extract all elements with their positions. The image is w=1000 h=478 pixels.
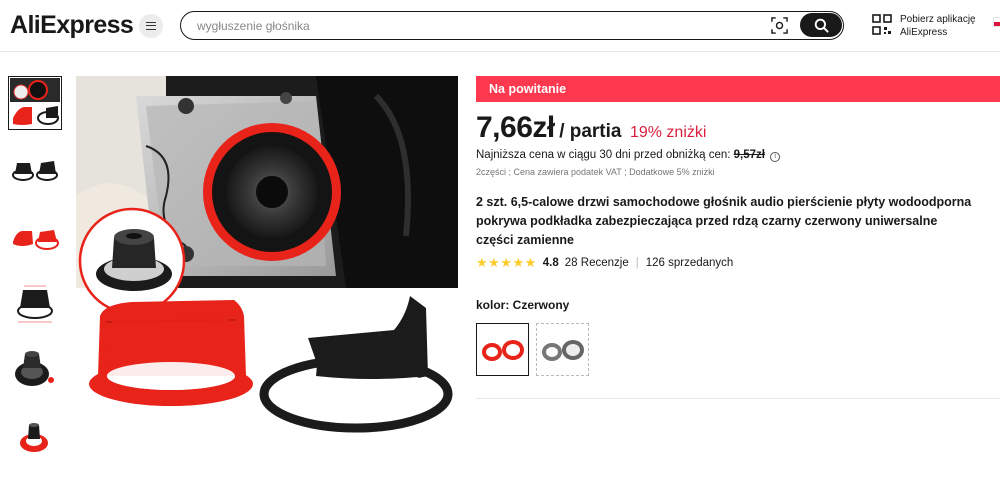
thumbnail-image <box>12 161 58 181</box>
hamburger-icon <box>146 22 156 30</box>
variant-red[interactable] <box>476 323 529 376</box>
thumbnail-image <box>13 230 59 250</box>
poland-flag-icon[interactable] <box>994 18 1000 26</box>
current-price: 7,66zł <box>476 111 555 144</box>
thumbnail-3[interactable] <box>8 209 62 263</box>
menu-button[interactable] <box>139 14 163 38</box>
info-icon[interactable]: i <box>770 152 781 162</box>
lowest-price-text: Najniższa cena w ciągu 30 dni przed obni… <box>476 149 731 161</box>
rating-row: ★★★★★ 4.8 28 Recenzje | 126 sprzedanych <box>476 255 733 271</box>
main-product-image[interactable] <box>76 76 458 446</box>
thumbnail-image <box>10 78 60 125</box>
lowest-price-value: 9,57zł <box>733 149 765 161</box>
thumbnail-image <box>17 285 53 323</box>
thumbnail-5[interactable] <box>8 342 62 396</box>
top-header: AliExpress Pobierz aplikację AliExpress <box>0 0 1000 52</box>
app-promo-text: Pobierz aplikację AliExpress <box>900 13 976 39</box>
price-row: 7,66zł / partia 19% zniżki <box>476 111 706 145</box>
price-unit: / partia <box>559 121 622 142</box>
thumbnail-6[interactable] <box>8 410 62 464</box>
variant-image <box>541 339 584 361</box>
product-title: 2 szt. 6,5-calowe drzwi samochodowe głoś… <box>476 195 972 247</box>
thumbnail-image <box>15 351 54 386</box>
rating-score: 4.8 <box>542 257 559 269</box>
sold-count: 126 sprzedanych <box>645 257 734 269</box>
product-photo <box>76 76 458 433</box>
thumbnail-image <box>20 423 48 452</box>
section-divider <box>476 398 1000 399</box>
variant-image <box>481 339 524 361</box>
aliexpress-logo[interactable]: AliExpress <box>10 11 134 40</box>
reviews-link[interactable]: 28 Recenzje <box>565 257 629 269</box>
search-icon <box>814 18 829 33</box>
lowest-price-note: Najniższa cena w ciągu 30 dni przed obni… <box>476 149 781 162</box>
qr-code-icon <box>872 14 892 35</box>
variant-black[interactable] <box>536 323 589 376</box>
thumbnail-1[interactable] <box>8 76 62 130</box>
search-input[interactable] <box>197 17 757 34</box>
divider: | <box>635 257 639 269</box>
rating-stars-icon: ★★★★★ <box>476 255 537 270</box>
download-app-link[interactable]: Pobierz aplikację AliExpress <box>872 13 1000 41</box>
welcome-banner: Na powitanie <box>476 76 1000 102</box>
thumbnail-4[interactable] <box>8 276 62 330</box>
camera-search-icon[interactable] <box>771 17 788 34</box>
app-promo-line2: AliExpress <box>900 27 948 38</box>
search-bar <box>180 11 844 40</box>
discount-badge: 19% zniżki <box>629 124 707 141</box>
search-button[interactable] <box>800 13 842 37</box>
thumbnail-2[interactable] <box>8 142 62 196</box>
app-promo-line1: Pobierz aplikację <box>900 14 976 25</box>
color-label: kolor: Czerwony <box>476 298 570 312</box>
vat-note: 2części ; Cena zawiera podatek VAT ; Dod… <box>476 167 715 177</box>
